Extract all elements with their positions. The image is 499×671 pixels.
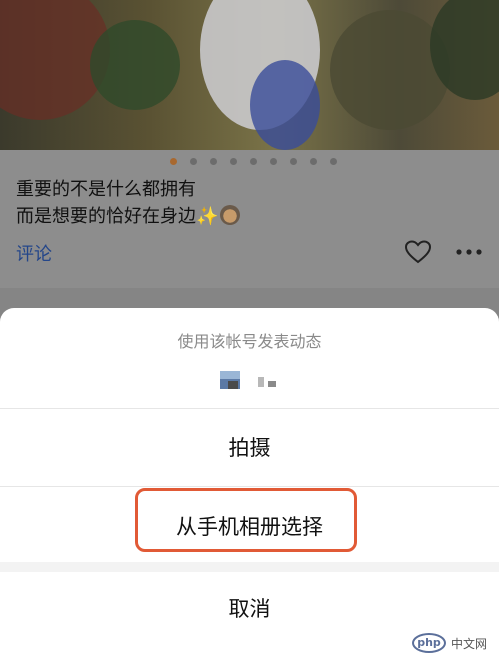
divider bbox=[0, 408, 499, 409]
caption-line: 重要的不是什么都拥有 bbox=[16, 179, 196, 200]
php-logo: php bbox=[412, 633, 446, 653]
account-avatar bbox=[220, 371, 280, 391]
mosaic-block bbox=[228, 381, 238, 389]
carousel-dot bbox=[270, 158, 277, 165]
mosaic-block bbox=[268, 381, 276, 387]
sheet-section-gap bbox=[0, 562, 499, 572]
carousel-dot bbox=[170, 158, 177, 165]
carousel-dot bbox=[210, 158, 217, 165]
caption-text: 而是想要的恰好在身边 bbox=[16, 206, 196, 227]
shoot-option[interactable]: 拍摄 bbox=[0, 432, 499, 462]
carousel-dot bbox=[190, 158, 197, 165]
divider bbox=[0, 486, 499, 487]
sparkle-icon: ✨ bbox=[196, 206, 219, 227]
watermark-text: 中文网 bbox=[451, 636, 488, 651]
carousel-dot bbox=[330, 158, 337, 165]
cancel-option[interactable]: 取消 bbox=[0, 593, 499, 623]
carousel-indicator bbox=[0, 158, 499, 168]
heart-icon[interactable] bbox=[405, 240, 431, 264]
mosaic-block bbox=[258, 377, 264, 387]
post-photo[interactable] bbox=[0, 0, 499, 150]
photo-decor bbox=[250, 60, 320, 150]
carousel-dot bbox=[310, 158, 317, 165]
carousel-dot bbox=[230, 158, 237, 165]
sheet-title: 使用该帐号发表动态 bbox=[177, 332, 322, 351]
photo-decor bbox=[90, 20, 180, 110]
comment-link[interactable]: 评论 bbox=[16, 240, 52, 266]
carousel-dot bbox=[250, 158, 257, 165]
caption-line: 而是想要的恰好在身边✨ bbox=[16, 203, 241, 230]
mosaic-block bbox=[220, 371, 240, 379]
site-watermark: php 中文网 bbox=[412, 631, 494, 655]
highlight-box bbox=[135, 488, 357, 552]
face-icon bbox=[220, 205, 241, 225]
carousel-dot bbox=[290, 158, 297, 165]
post-caption: 重要的不是什么都拥有 而是想要的恰好在身边✨ bbox=[16, 176, 241, 230]
more-icon[interactable] bbox=[456, 248, 482, 256]
